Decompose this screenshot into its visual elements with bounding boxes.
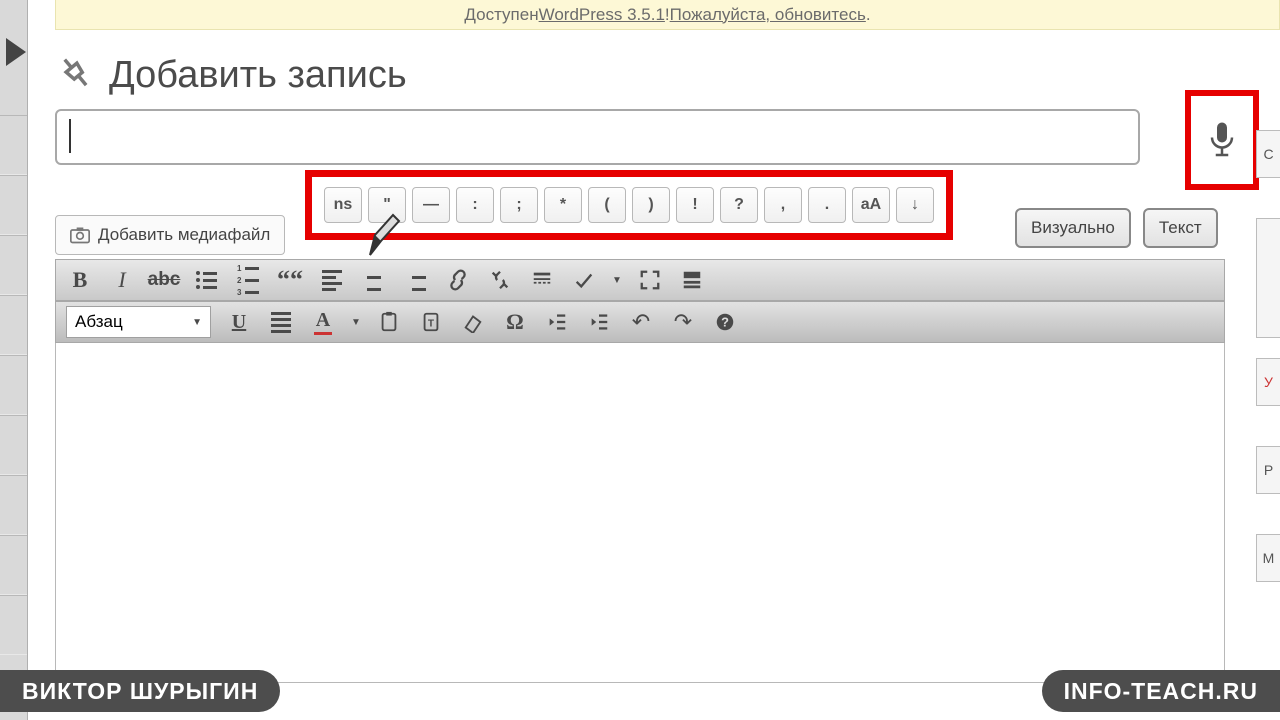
kitchen-sink-button[interactable]	[678, 266, 706, 294]
bullet-list-button[interactable]	[192, 266, 220, 294]
bullet-list-icon	[196, 271, 217, 289]
pen-cursor-icon	[365, 210, 405, 265]
pin-icon	[55, 52, 97, 99]
chevron-down-icon: ▼	[192, 317, 202, 328]
svg-text:?: ?	[721, 315, 729, 330]
paste-text-icon: T	[420, 311, 442, 333]
add-media-label: Добавить медиафайл	[98, 225, 270, 245]
wordpress-version-link[interactable]: WordPress 3.5.1	[539, 5, 665, 25]
spellcheck-icon	[573, 269, 595, 291]
update-notice: Доступен WordPress 3.5.1 ! Пожалуйста, о…	[55, 0, 1280, 30]
align-left-button[interactable]	[318, 266, 346, 294]
post-title-input[interactable]	[55, 109, 1140, 165]
sym-case-button[interactable]: aA	[852, 187, 890, 223]
special-char-button[interactable]: Ω	[501, 308, 529, 336]
page-title: Добавить запись	[109, 54, 407, 97]
paste-word-button[interactable]	[375, 308, 403, 336]
blockquote-button[interactable]: ““	[276, 266, 304, 294]
text-cursor	[69, 119, 71, 153]
sym-down-button[interactable]: ↓	[896, 187, 934, 223]
help-button[interactable]: ?	[711, 308, 739, 336]
redo-button[interactable]: ↷	[669, 308, 697, 336]
outdent-icon	[546, 311, 568, 333]
italic-button[interactable]: I	[108, 266, 136, 294]
numbered-list-button[interactable]: 1 2 3	[234, 266, 262, 294]
eraser-icon	[462, 311, 484, 333]
update-please-link[interactable]: Пожалуйста, обновитесь	[670, 5, 866, 25]
unlink-icon	[489, 269, 511, 291]
paste-word-icon	[378, 311, 400, 333]
link-button[interactable]	[444, 266, 472, 294]
format-select[interactable]: Абзац ▼	[66, 306, 211, 338]
right-sidebar-partial: С У Р М	[1256, 130, 1280, 630]
strikethrough-button[interactable]: abc	[150, 266, 178, 294]
indent-button[interactable]	[585, 308, 613, 336]
tab-visual[interactable]: Визуально	[1015, 208, 1131, 248]
add-media-button[interactable]: Добавить медиафайл	[55, 215, 285, 255]
side-box-1[interactable]: С	[1256, 130, 1280, 178]
author-badge: ВИКТОР ШУРЫГИН	[0, 670, 280, 712]
justify-button[interactable]	[267, 308, 295, 336]
sym-dash-button[interactable]: —	[412, 187, 450, 223]
sym-paren-open-button[interactable]: (	[588, 187, 626, 223]
side-box-3[interactable]: У	[1256, 358, 1280, 406]
dropdown-arrow-icon[interactable]: ▼	[612, 275, 622, 286]
color-dropdown-icon[interactable]: ▼	[351, 317, 361, 328]
tab-text[interactable]: Текст	[1143, 208, 1218, 248]
editor-content-area[interactable]	[55, 343, 1225, 683]
fullscreen-icon	[639, 269, 661, 291]
bold-button[interactable]: B	[66, 266, 94, 294]
voice-input-button[interactable]	[1185, 90, 1259, 190]
align-right-button[interactable]	[402, 266, 430, 294]
notice-prefix: Доступен	[464, 5, 538, 25]
fullscreen-button[interactable]	[636, 266, 664, 294]
align-center-button[interactable]	[360, 266, 388, 294]
more-tag-button[interactable]	[528, 266, 556, 294]
active-menu-arrow	[6, 38, 26, 66]
sym-exclaim-button[interactable]: !	[676, 187, 714, 223]
justify-icon	[271, 312, 291, 333]
side-box-5[interactable]: М	[1256, 534, 1280, 582]
sym-asterisk-button[interactable]: *	[544, 187, 582, 223]
remove-format-button[interactable]	[459, 308, 487, 336]
numbered-list-icon: 1 2 3	[237, 264, 259, 297]
side-box-4[interactable]: Р	[1256, 446, 1280, 494]
admin-sidebar-collapsed	[0, 0, 28, 720]
camera-icon	[70, 226, 90, 244]
site-badge: INFO-TEACH.RU	[1042, 670, 1280, 712]
sym-ns-button[interactable]: ns	[324, 187, 362, 223]
text-color-button[interactable]: A	[309, 308, 337, 336]
link-icon	[447, 269, 469, 291]
align-right-icon	[406, 270, 426, 291]
spellcheck-button[interactable]	[570, 266, 598, 294]
sym-question-button[interactable]: ?	[720, 187, 758, 223]
unlink-button[interactable]	[486, 266, 514, 294]
sym-paren-close-button[interactable]: )	[632, 187, 670, 223]
sym-colon-button[interactable]: :	[456, 187, 494, 223]
sym-semicolon-button[interactable]: ;	[500, 187, 538, 223]
format-select-value: Абзац	[75, 312, 123, 332]
outdent-button[interactable]	[543, 308, 571, 336]
paste-text-button[interactable]: T	[417, 308, 445, 336]
kitchen-sink-icon	[681, 269, 703, 291]
indent-icon	[588, 311, 610, 333]
microphone-icon	[1207, 120, 1237, 160]
help-icon: ?	[714, 311, 736, 333]
sym-period-button[interactable]: .	[808, 187, 846, 223]
svg-text:T: T	[428, 319, 435, 330]
undo-button[interactable]: ↶	[627, 308, 655, 336]
text-color-icon: A	[314, 309, 332, 335]
sym-comma-button[interactable]: ,	[764, 187, 802, 223]
align-center-icon	[364, 270, 384, 291]
align-left-icon	[322, 270, 342, 291]
side-box-2[interactable]	[1256, 218, 1280, 338]
notice-suffix: .	[866, 5, 871, 25]
underline-button[interactable]: U	[225, 308, 253, 336]
more-icon	[531, 269, 553, 291]
